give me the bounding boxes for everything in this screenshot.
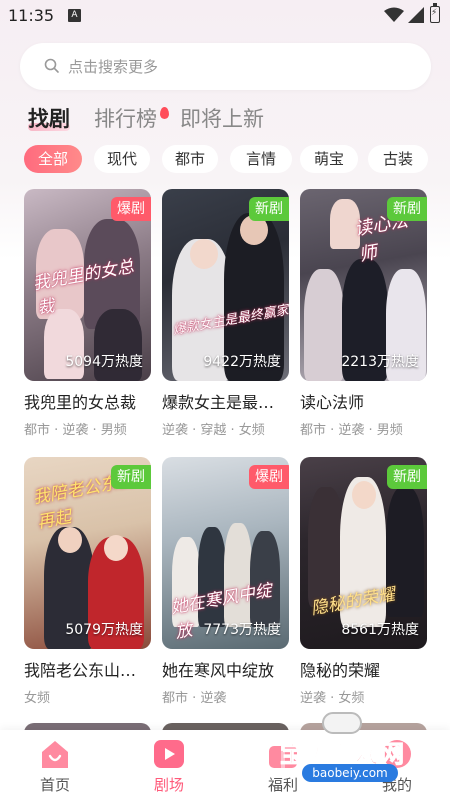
tab-ranking-label: 排行榜 [94,107,157,131]
drama-card[interactable]: 我兜里的女总裁 爆剧 5094万热度 我兜里的女总裁 都市 · 逆袭 · 男频 [24,189,151,438]
drama-card[interactable]: 她在寒风中绽放 爆剧 7773万热度 她在寒风中绽放 都市 · 逆袭 [162,457,289,706]
nav-home-label: 首页 [39,776,70,794]
hot-badge: 爆剧 [249,465,289,489]
status-time: 11:35 [8,6,55,25]
drama-title: 爆款女主是最… [162,393,275,412]
heat-count: 8561万热度 [341,622,419,638]
search-placeholder: 点击搜索更多 [68,58,159,76]
tab-upcoming-label: 即将上新 [180,107,264,131]
heat-count: 2213万热度 [341,354,419,370]
signal-icon [408,7,424,23]
chip-costume[interactable]: 古装 [368,145,428,173]
home-icon [42,741,68,768]
tab-find-label: 找剧 [28,107,70,131]
tab-ranking[interactable]: 排行榜 [94,103,157,133]
watermark: 宝贝游戏网 baobeiy.com [272,712,422,782]
drama-title: 我陪老公东山… [24,661,137,680]
new-badge: 新剧 [249,197,289,221]
nav-home[interactable]: 首页 [20,730,90,800]
heat-count: 7773万热度 [203,622,281,638]
new-badge: 新剧 [387,465,427,489]
chip-urban[interactable]: 都市 [162,145,218,173]
drama-tags: 都市 · 逆袭 · 男频 [300,423,403,438]
drama-card[interactable]: 读心法师 新剧 2213万热度 读心法师 都市 · 逆袭 · 男频 [300,189,427,438]
drama-tags: 都市 · 逆袭 · 男频 [24,423,127,438]
drama-cover: 她在寒风中绽放 爆剧 7773万热度 [162,457,289,649]
drama-cover: 读心法师 新剧 2213万热度 [300,189,427,381]
fire-icon [160,107,169,119]
nav-theater-label: 剧场 [153,776,184,794]
drama-cover: 隐秘的荣耀 新剧 8561万热度 [300,457,427,649]
drama-tags: 都市 · 逆袭 [162,691,227,706]
drama-title: 隐秘的荣耀 [300,661,381,680]
drama-title: 她在寒风中绽放 [162,661,275,680]
theater-icon [154,740,184,768]
gamepad-icon [322,712,362,734]
drama-card[interactable]: 我陪老公东山再起 新剧 5079万热度 我陪老公东山… 女频 [24,457,151,706]
heat-count: 9422万热度 [203,354,281,370]
drama-tags: 逆袭 · 穿越 · 女频 [162,423,265,438]
drama-title: 读心法师 [300,393,365,412]
hot-badge: 爆剧 [111,197,151,221]
drama-title: 我兜里的女总裁 [24,393,137,412]
drama-cover: 爆款女主是最终赢家 新剧 9422万热度 [162,189,289,381]
chip-all[interactable]: 全部 [24,145,82,173]
drama-card[interactable]: 爆款女主是最终赢家 新剧 9422万热度 爆款女主是最… 逆袭 · 穿越 · 女… [162,189,289,438]
wifi-icon [384,7,404,22]
drama-card[interactable]: 隐秘的荣耀 新剧 8561万热度 隐秘的荣耀 逆袭 · 女频 [300,457,427,706]
heat-count: 5079万热度 [65,622,143,638]
drama-cover: 我兜里的女总裁 爆剧 5094万热度 [24,189,151,381]
new-badge: 新剧 [387,197,427,221]
chip-cute-baby[interactable]: 萌宝 [300,145,358,173]
drama-tags: 女频 [24,691,51,706]
notification-icon: A [68,9,81,22]
battery-icon [430,3,440,23]
search-icon [44,58,59,73]
drama-tags: 逆袭 · 女频 [300,691,365,706]
heat-count: 5094万热度 [65,354,143,370]
status-bar: 11:35 A [0,0,450,32]
new-badge: 新剧 [111,465,151,489]
nav-theater[interactable]: 剧场 [134,730,204,800]
tab-upcoming[interactable]: 即将上新 [180,103,264,133]
chip-romance[interactable]: 言情 [230,145,292,173]
tab-find[interactable]: 找剧 [28,103,70,133]
watermark-url: baobeiy.com [302,764,398,782]
search-bar[interactable]: 点击搜索更多 [20,43,431,90]
drama-cover: 我陪老公东山再起 新剧 5079万热度 [24,457,151,649]
chip-modern[interactable]: 现代 [94,145,150,173]
